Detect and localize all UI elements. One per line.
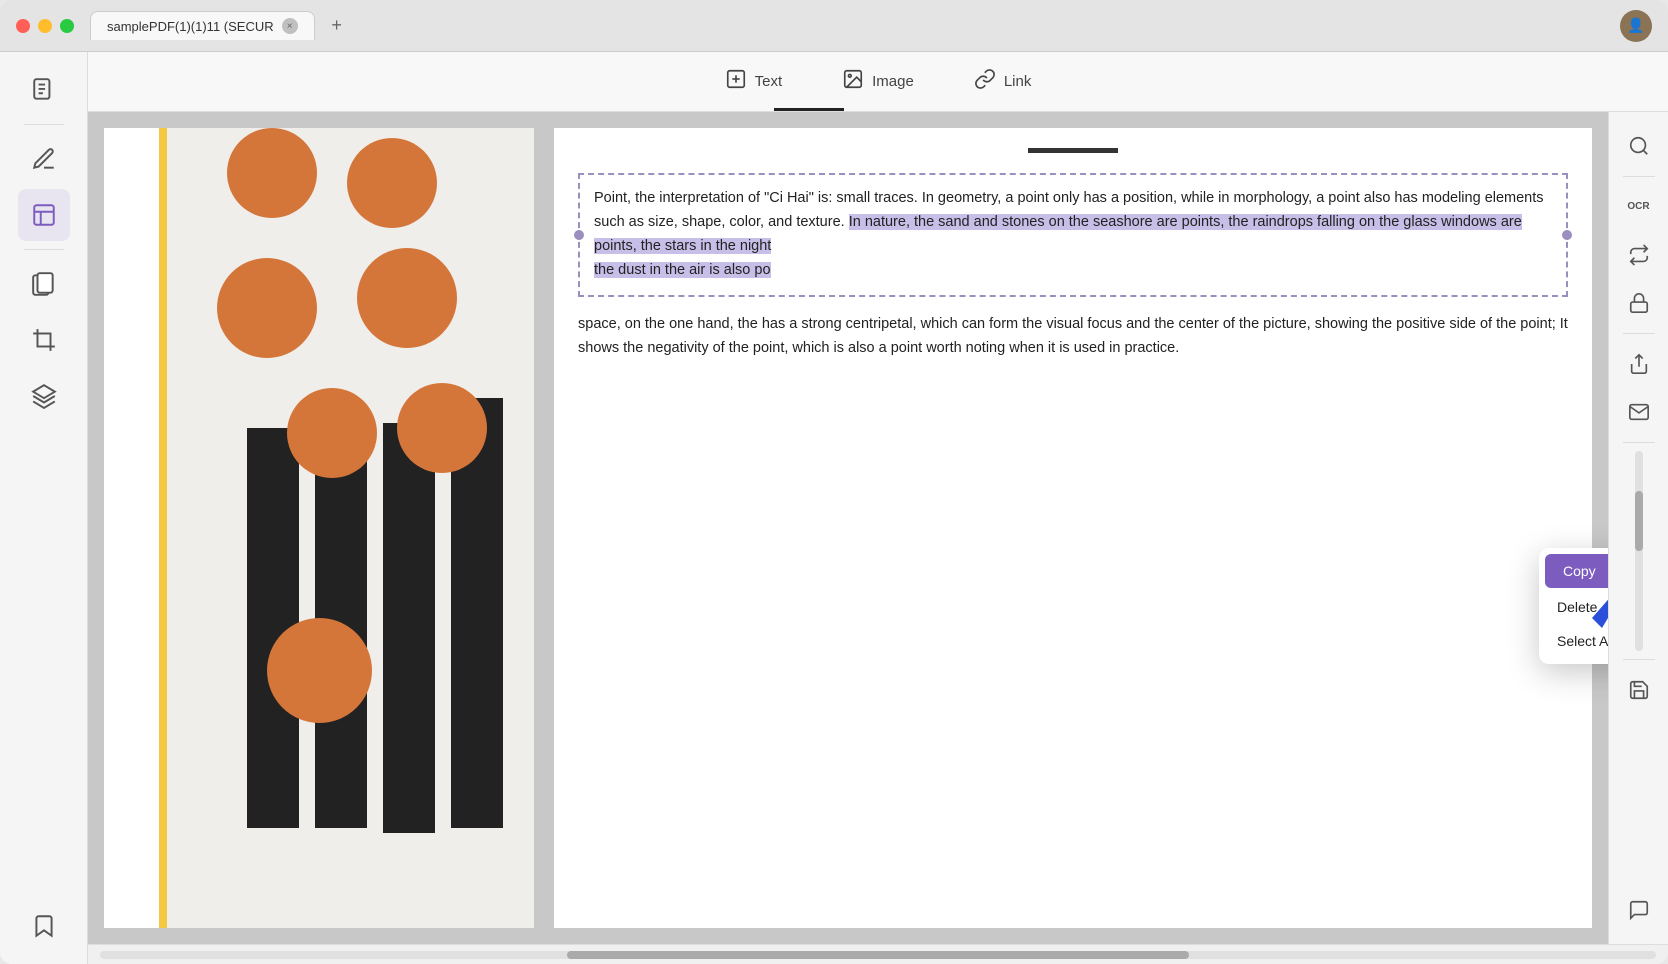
right-sidebar-protect[interactable]	[1617, 281, 1661, 325]
sidebar-icon-bookmark[interactable]	[18, 900, 70, 952]
page-title-underline	[1028, 148, 1118, 153]
art-container	[167, 128, 534, 928]
new-tab-button[interactable]: +	[323, 12, 351, 40]
pdf-page[interactable]: Point, the interpretation of "Ci Hai" is…	[88, 112, 1608, 944]
toolbar-text-button[interactable]: Text	[711, 62, 797, 101]
tab-pdf[interactable]: samplePDF(1)(1)11 (SECUR ×	[90, 11, 315, 40]
vertical-scrollbar[interactable]	[1635, 451, 1643, 651]
tab-bar: samplePDF(1)(1)11 (SECUR × +	[90, 11, 1620, 40]
left-sidebar	[0, 52, 88, 964]
toolbar-image-label: Image	[872, 73, 914, 90]
sidebar-icon-document[interactable]	[18, 64, 70, 116]
titlebar: samplePDF(1)(1)11 (SECUR × + 👤	[0, 0, 1668, 52]
orange-circle-2	[347, 138, 437, 228]
sidebar-icon-crop[interactable]	[18, 314, 70, 366]
sidebar-icon-layers[interactable]	[18, 370, 70, 422]
h-scrollbar-thumb[interactable]	[567, 951, 1189, 959]
page-content: Point, the interpretation of "Ci Hai" is…	[104, 128, 1592, 928]
fullscreen-button[interactable]	[60, 19, 74, 33]
paragraph-2-start: space, on the one hand, the	[578, 316, 758, 332]
orange-circle-1	[227, 128, 317, 218]
minimize-button[interactable]	[38, 19, 52, 33]
yellow-line	[159, 128, 167, 928]
tab-close-button[interactable]: ×	[282, 18, 298, 34]
blue-arrow	[1572, 518, 1608, 638]
right-sidebar-search[interactable]	[1617, 124, 1661, 168]
toolbar: Text Image	[88, 52, 1668, 112]
sidebar-icon-annotate[interactable]	[18, 133, 70, 185]
sidebar-icon-pages[interactable]	[18, 258, 70, 310]
highlighted-text-partial: the dust in the air is also po	[594, 262, 771, 278]
sidebar-icon-edit[interactable]	[18, 189, 70, 241]
orange-circle-6	[397, 383, 487, 473]
right-sidebar-divider-4	[1623, 659, 1655, 660]
artwork	[167, 128, 534, 928]
right-sidebar-chat[interactable]	[1617, 888, 1661, 932]
orange-circle-7	[267, 618, 372, 723]
link-tool-icon	[974, 68, 996, 95]
toolbar-link-label: Link	[1004, 73, 1032, 90]
right-sidebar-save[interactable]	[1617, 668, 1661, 712]
toolbar-image-button[interactable]: Image	[828, 62, 928, 101]
black-bar-3	[383, 423, 435, 833]
right-sidebar-convert[interactable]	[1617, 233, 1661, 277]
paragraph-2: space, on the one hand, the has a strong…	[578, 313, 1568, 361]
text-selection-box[interactable]: Point, the interpretation of "Ci Hai" is…	[578, 173, 1568, 297]
toolbar-link-button[interactable]: Link	[960, 62, 1046, 101]
toolbar-text-label: Text	[755, 73, 783, 90]
sidebar-divider-1	[24, 124, 64, 125]
scrollbar-thumb[interactable]	[1635, 491, 1643, 551]
right-sidebar: OCR	[1608, 112, 1668, 944]
image-panel	[104, 128, 534, 928]
toolbar-active-indicator	[774, 108, 844, 111]
right-sidebar-email[interactable]	[1617, 390, 1661, 434]
horizontal-scrollbar[interactable]	[100, 951, 1656, 959]
close-button[interactable]	[16, 19, 30, 33]
sidebar-divider-2	[24, 249, 64, 250]
bottom-bar	[88, 944, 1668, 964]
paragraph-1: Point, the interpretation of "Ci Hai" is…	[594, 187, 1552, 283]
selection-handle-left	[574, 230, 584, 240]
orange-circle-4	[357, 248, 457, 348]
right-sidebar-divider-1	[1623, 176, 1655, 177]
right-sidebar-ocr[interactable]: OCR	[1617, 185, 1661, 229]
ocr-label: OCR	[1627, 202, 1649, 212]
main-area: Text Image	[0, 52, 1668, 964]
app-window: samplePDF(1)(1)11 (SECUR × + 👤	[0, 0, 1668, 964]
text-panel: Point, the interpretation of "Ci Hai" is…	[554, 128, 1592, 928]
image-tool-icon	[842, 68, 864, 95]
content-area: Point, the interpretation of "Ci Hai" is…	[88, 112, 1668, 944]
avatar[interactable]: 👤	[1620, 10, 1652, 42]
orange-circle-3	[217, 258, 317, 358]
selection-handle-right	[1562, 230, 1572, 240]
right-sidebar-share[interactable]	[1617, 342, 1661, 386]
orange-circle-5	[287, 388, 377, 478]
text-tool-icon	[725, 68, 747, 95]
right-sidebar-divider-3	[1623, 442, 1655, 443]
tab-label: samplePDF(1)(1)11 (SECUR	[107, 19, 274, 34]
right-sidebar-divider-2	[1623, 333, 1655, 334]
traffic-lights	[16, 19, 74, 33]
